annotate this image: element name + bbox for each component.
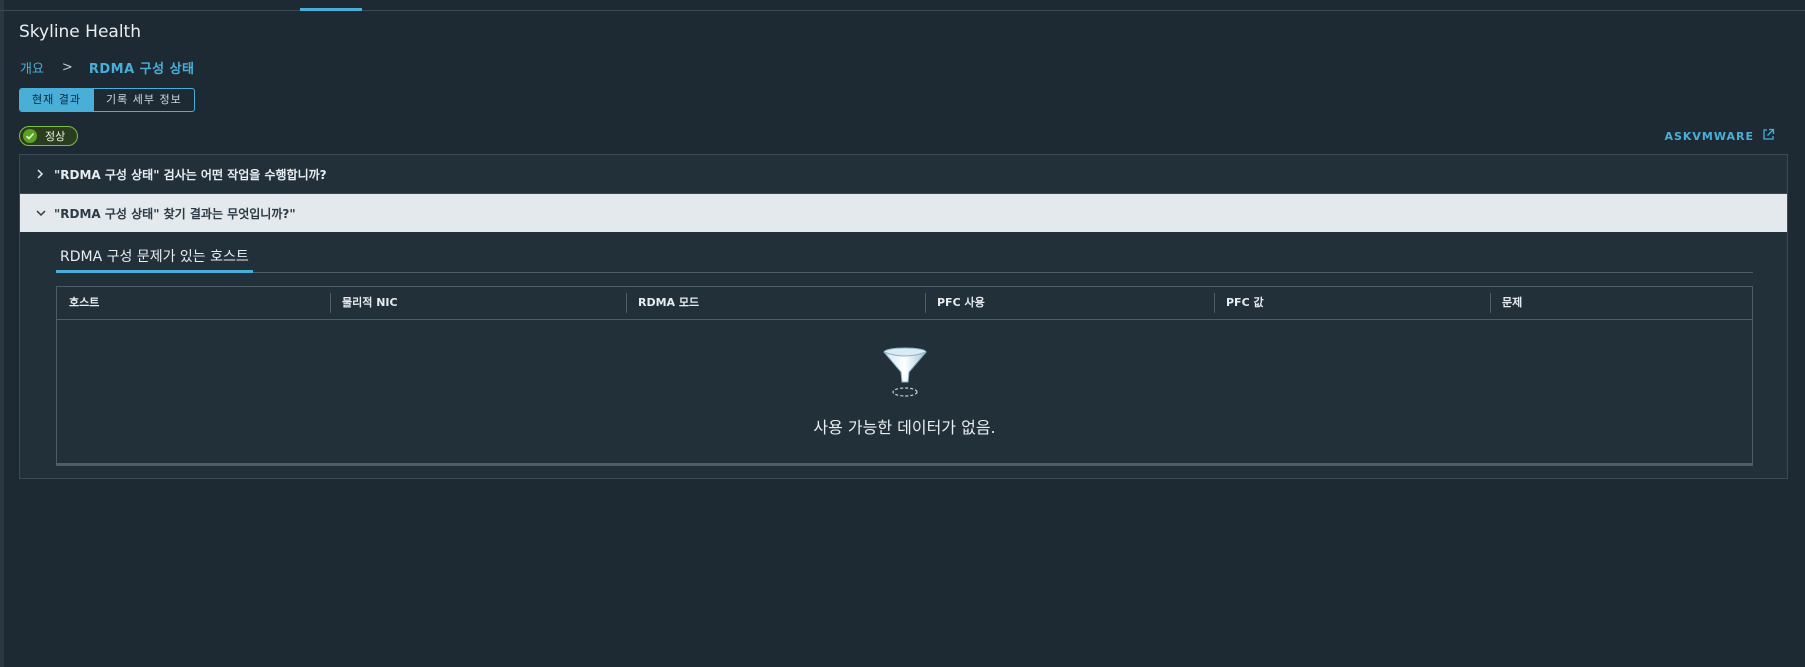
- breadcrumb-current: RDMA 구성 상태: [88, 62, 195, 77]
- chevron-right-icon: [36, 169, 46, 179]
- accordion-panel-title: "RDMA 구성 상태" 검사는 어떤 작업을 수행합니까?: [54, 167, 327, 182]
- status-label: 정상: [45, 130, 66, 143]
- accordion-panel-findings[interactable]: "RDMA 구성 상태" 찾기 결과는 무엇입니까?": [20, 194, 1787, 232]
- accordion-panel-title: "RDMA 구성 상태" 찾기 결과는 무엇입니까?": [54, 206, 296, 221]
- accordion-panel-what-check-does[interactable]: "RDMA 구성 상태" 검사는 어떤 작업을 수행합니까?: [20, 155, 1787, 194]
- status-badge: 정상: [19, 126, 79, 146]
- datagrid-header: 호스트 물리적 NIC RDMA 모드 PFC 사용 PFC 값 문제: [57, 287, 1752, 320]
- tab-hosts-with-rdma-issues[interactable]: RDMA 구성 문제가 있는 호스트: [56, 248, 253, 273]
- page-title: Skyline Health: [19, 22, 141, 42]
- results-tab-bar: RDMA 구성 문제가 있는 호스트: [56, 246, 1753, 273]
- column-header-rdma-mode[interactable]: RDMA 모드: [626, 287, 925, 319]
- column-header-physical-nic[interactable]: 물리적 NIC: [330, 287, 626, 319]
- left-edge-divider: [0, 0, 4, 667]
- breadcrumb-separator-icon: >: [61, 60, 73, 75]
- current-results-button[interactable]: 현재 결과: [20, 89, 93, 111]
- accordion: "RDMA 구성 상태" 검사는 어떤 작업을 수행합니까? "RDMA 구성 …: [19, 154, 1788, 479]
- column-header-pfc-value[interactable]: PFC 값: [1214, 287, 1490, 319]
- column-header-issue[interactable]: 문제: [1490, 287, 1750, 319]
- accordion-panel-body: RDMA 구성 문제가 있는 호스트 호스트 물리적 NIC RDMA 모드 P…: [20, 232, 1787, 477]
- breadcrumb-overview-link[interactable]: 개요: [20, 58, 44, 77]
- chevron-down-icon: [36, 209, 46, 217]
- funnel-icon: [881, 346, 929, 402]
- external-link-icon: [1762, 128, 1775, 144]
- askvmware-label: ASKVMWARE: [1664, 129, 1754, 143]
- empty-state-message: 사용 가능한 데이터가 없음.: [813, 418, 996, 437]
- datagrid-empty-state: 사용 가능한 데이터가 없음.: [57, 320, 1752, 463]
- active-tab-indicator: [300, 8, 362, 11]
- check-circle-icon: [23, 129, 37, 143]
- column-header-pfc-enabled[interactable]: PFC 사용: [925, 287, 1214, 319]
- view-toggle-group: 현재 결과 기록 세부 정보: [19, 88, 195, 112]
- top-tab-bar: [0, 0, 1805, 11]
- results-datagrid: 호스트 물리적 NIC RDMA 모드 PFC 사용 PFC 값 문제 사용 가…: [56, 286, 1753, 466]
- page: Skyline Health 개요 > RDMA 구성 상태 현재 결과 기록 …: [0, 0, 1805, 667]
- askvmware-link[interactable]: ASKVMWARE: [1664, 128, 1775, 144]
- breadcrumb: 개요 > RDMA 구성 상태: [20, 58, 195, 77]
- datagrid-footer: [57, 463, 1752, 465]
- column-header-host[interactable]: 호스트: [57, 287, 330, 319]
- history-details-button[interactable]: 기록 세부 정보: [92, 89, 194, 111]
